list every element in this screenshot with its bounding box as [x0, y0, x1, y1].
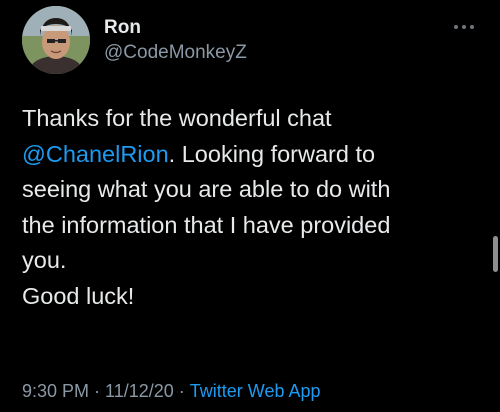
tweet-time[interactable]: 9:30 PM	[22, 381, 89, 401]
profile-photo-icon	[22, 6, 90, 74]
meta-separator: ·	[178, 381, 185, 401]
meta-separator: ·	[94, 381, 101, 401]
author-name[interactable]: Ron	[104, 17, 141, 39]
avatar[interactable]	[22, 6, 90, 74]
tweet-line: you.	[22, 247, 67, 273]
tweet-source-link[interactable]: Twitter Web App	[190, 381, 321, 401]
more-dots-icon[interactable]	[452, 20, 476, 34]
tweet-card: Ron @CodeMonkeyZ Thanks for the wonderfu…	[0, 0, 500, 412]
mention-link[interactable]: @ChanelRion	[22, 141, 169, 167]
tweet-meta: 9:30 PM · 11/12/20 · Twitter Web App	[22, 381, 321, 402]
author-handle[interactable]: @CodeMonkeyZ	[104, 42, 247, 64]
tweet-line: Good luck!	[22, 282, 135, 309]
tweet-line: @ChanelRion. Looking forward to	[22, 137, 487, 173]
tweet-line: seeing what you are able to do with	[22, 176, 391, 202]
scrollbar[interactable]	[493, 236, 498, 272]
tweet-text: Thanks for the wonderful chat @ChanelRio…	[22, 101, 487, 314]
tweet-line-rest: . Looking forward to	[168, 140, 376, 167]
tweet-line: the information that I have provided	[22, 211, 391, 238]
tweet-date[interactable]: 11/12/20	[105, 381, 174, 401]
tweet-line: Thanks for the wonderful chat	[22, 105, 332, 131]
